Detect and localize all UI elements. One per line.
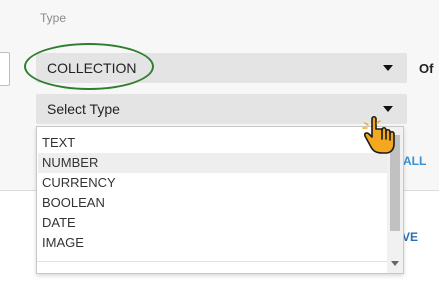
type-select[interactable]: Select Type <box>36 94 407 124</box>
save-link[interactable]: VE <box>402 230 418 244</box>
option-number[interactable]: NUMBER <box>38 153 390 173</box>
hand-pointer-icon <box>362 115 395 154</box>
of-label: Of <box>419 61 434 76</box>
option-image[interactable]: IMAGE <box>38 233 390 253</box>
type-dropdown-list: TEXT NUMBER CURRENCY BOOLEAN DATE IMAGE <box>36 126 404 274</box>
caret-down-icon <box>383 65 393 71</box>
type-column-header: Type <box>40 11 67 25</box>
highlight-ellipse <box>24 43 154 90</box>
name-input[interactable] <box>0 52 10 86</box>
dropdown-divider <box>37 261 388 262</box>
option-currency[interactable]: CURRENCY <box>38 173 390 193</box>
all-link[interactable]: ALL <box>403 154 426 168</box>
type-select-placeholder: Select Type <box>47 101 120 117</box>
option-text[interactable]: TEXT <box>38 133 390 153</box>
option-date[interactable]: DATE <box>38 213 390 233</box>
caret-down-icon <box>383 106 393 112</box>
scroll-down-arrow-icon[interactable] <box>391 261 399 266</box>
option-boolean[interactable]: BOOLEAN <box>38 193 390 213</box>
